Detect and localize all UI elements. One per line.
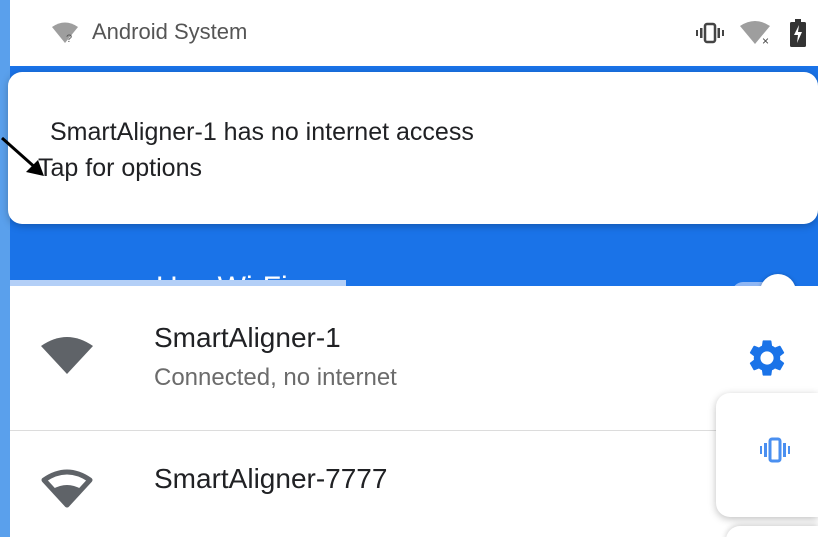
battery-charging-icon bbox=[790, 19, 806, 47]
wifi-question-icon: ? bbox=[52, 22, 78, 44]
notification-subtitle: Tap for options bbox=[38, 154, 202, 182]
wifi-no-connection-icon: × bbox=[740, 21, 770, 46]
wifi-outline-icon bbox=[41, 469, 93, 508]
status-app-name: Android System bbox=[92, 19, 248, 44]
status-bar: ? Android System × bbox=[10, 0, 818, 66]
network-name: SmartAligner-7777 bbox=[154, 463, 388, 494]
vibrate-icon[interactable] bbox=[760, 437, 790, 463]
status-icons: × bbox=[696, 18, 806, 48]
gear-icon[interactable] bbox=[745, 336, 789, 380]
svg-text:×: × bbox=[762, 34, 769, 46]
no-internet-notification[interactable]: SmartAligner-1 has no internet access Ta… bbox=[8, 72, 818, 224]
network-status: Connected, no internet bbox=[154, 364, 397, 391]
svg-text:?: ? bbox=[66, 33, 72, 44]
notification-title: SmartAligner-1 has no internet access bbox=[50, 118, 474, 146]
network-name: SmartAligner-1 bbox=[154, 322, 341, 353]
network-row-smartaligner-1[interactable]: SmartAligner-1 Connected, no internet bbox=[10, 286, 818, 431]
annotation-arrow-icon bbox=[1, 136, 44, 176]
volume-panel-secondary bbox=[726, 526, 818, 537]
network-row-smartaligner-7777[interactable]: SmartAligner-7777 bbox=[10, 431, 818, 537]
vibrate-icon bbox=[696, 22, 724, 44]
wifi-full-icon bbox=[41, 337, 93, 374]
volume-panel[interactable] bbox=[716, 393, 818, 517]
